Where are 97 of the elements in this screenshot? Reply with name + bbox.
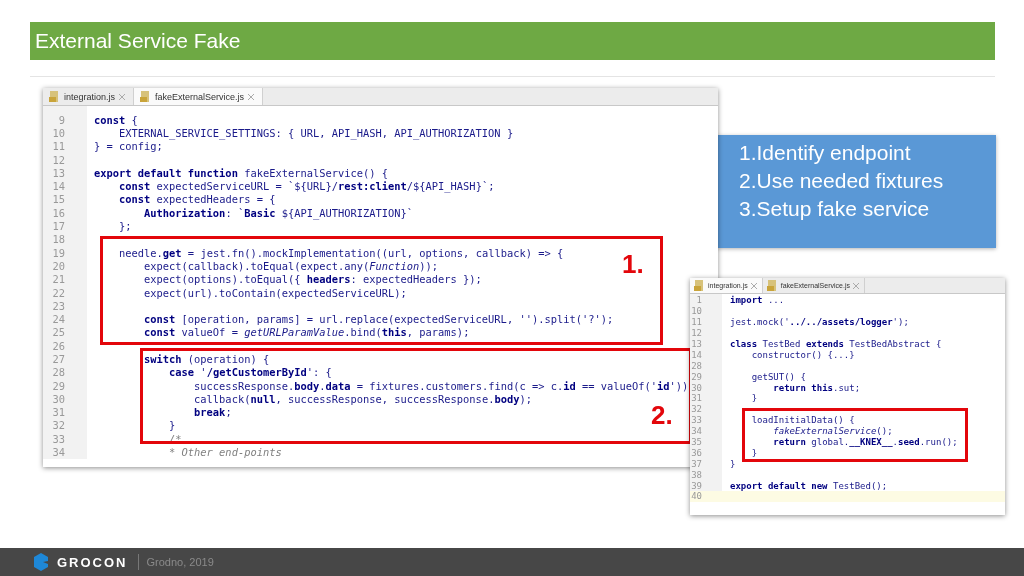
line-number: 26 (51, 339, 65, 352)
line-number: 37 (690, 458, 702, 469)
code-line: expect(callback).toEqual(expect.any(Function)); (143, 259, 439, 272)
line-number: 23 (51, 299, 65, 312)
line-number: 33 (690, 415, 702, 426)
code-line: jest.mock('../../assets/logger'); (730, 317, 909, 328)
line-number: 21 (51, 273, 65, 286)
line-number: 36 (690, 447, 702, 458)
code-line: callback(null, successResponse, successResponse.body); (193, 392, 532, 405)
line-number: 24 (51, 313, 65, 326)
line-number: 29 (51, 379, 65, 392)
editor-tab[interactable]: fakeExternalService.js (134, 88, 264, 105)
callout-number: 1. (622, 249, 644, 280)
close-icon[interactable] (750, 282, 757, 289)
file-icon (766, 280, 778, 291)
code-line: EXTERNAL_SERVICE_SETTINGS: { URL, API_HASH, API_AUTHORIZATION } (118, 126, 514, 139)
line-number: 35 (690, 437, 702, 447)
line-number: 15 (51, 193, 65, 206)
code-line: loadInitialData() { (750, 415, 855, 426)
callout-number: 2. (651, 400, 673, 431)
code-line: expect(url).toContain(expectedServiceURL); (143, 286, 407, 299)
line-number: 38 (690, 469, 702, 480)
code-line: return this.sut; (772, 382, 861, 393)
file-icon (694, 280, 705, 291)
close-icon[interactable] (119, 93, 126, 100)
line-number: 34 (690, 426, 702, 437)
line-number: 10 (690, 306, 702, 317)
footer-text: Grodno, 2019 (146, 556, 214, 568)
line-number: 13 (51, 166, 65, 179)
line-number: 30 (690, 382, 702, 393)
line-number: 9 (57, 113, 65, 126)
code-line: const { (94, 113, 138, 126)
line-number: 30 (51, 392, 65, 405)
code-line: export default new TestBed(); (730, 480, 888, 491)
line-number: 22 (51, 286, 65, 299)
file-icon (49, 91, 60, 102)
line-number: 12 (51, 153, 65, 166)
line-number: 32 (51, 419, 65, 432)
code-line: break; (193, 406, 232, 419)
line-number: 12 (690, 328, 702, 339)
step-text: 1.Identify endpoint (739, 140, 911, 166)
line-number: 40 (690, 491, 702, 502)
line-number: 28 (51, 366, 65, 379)
line-number: 31 (51, 406, 65, 419)
line-number: 33 (51, 432, 65, 445)
code-line: } = config; (94, 140, 163, 153)
line-number: 14 (690, 349, 702, 360)
code-line: switch (operation) { (143, 353, 270, 365)
code-line: Authorization: `Basic ${API_AUTHORIZATION}` (143, 206, 414, 219)
line-number: 16 (51, 206, 65, 219)
code-line: expect(options).toEqual({ headers: expectedHeaders }); (143, 273, 482, 286)
line-number: 14 (51, 180, 65, 193)
code-line: return global.__KNEX__.seed.run(); (772, 437, 958, 447)
file-icon (140, 91, 152, 102)
code-comment: * Other end-points (168, 446, 282, 459)
code-line: } (750, 393, 758, 404)
line-number: 32 (690, 404, 702, 415)
code-line: import ... (730, 295, 785, 306)
line-number: 11 (51, 140, 65, 153)
line-number: 18 (51, 233, 65, 246)
logo-icon (33, 553, 49, 571)
line-number: 34 (51, 446, 65, 459)
line-number: 20 (51, 259, 65, 272)
code-line: fakeExternalService(); (772, 426, 893, 437)
code-line: const expectedHeaders = { (118, 193, 276, 206)
code-line: const [operation, params] = url.replace(expectedServiceURL, '').split('?'); (143, 313, 614, 326)
code-line: } (168, 419, 176, 432)
line-number: 10 (51, 126, 65, 139)
line-number: 1 (695, 295, 702, 306)
step-text: 3.Setup fake service (739, 196, 930, 222)
line-number: 29 (690, 371, 702, 382)
code-line: successResponse.body.data = fixtures.customers.find(c => c.id == valueOf('id')) (193, 379, 689, 392)
code-line: class TestBed extends TestBedAbstract { (730, 339, 942, 349)
line-number: 17 (51, 220, 65, 232)
close-icon[interactable] (248, 93, 255, 100)
line-number: 13 (690, 339, 702, 349)
code-line: const valueOf = getURLParamValue.bind(this, params); (143, 326, 470, 339)
line-number: 31 (690, 393, 702, 404)
code-line: needle.get = jest.fn().mockImplementation((url, options, callback) => { (118, 246, 564, 259)
line-number: 27 (51, 353, 65, 365)
code-line: case '/getCustomerById': { (168, 366, 332, 379)
line-number: 25 (51, 326, 65, 339)
step-text: 2.Use needed fixtures (739, 168, 944, 194)
code-line: }; (118, 220, 132, 232)
brand-name: GROCON (57, 554, 128, 570)
code-line: constructor() {...} (750, 349, 855, 360)
code-line: } (730, 458, 736, 469)
code-line: } (750, 447, 758, 458)
line-number: 11 (690, 317, 702, 328)
code-line: const expectedServiceURL = `${URL}/rest:client/${API_HASH}`; (118, 180, 495, 193)
slide-title: External Service Fake (35, 29, 241, 53)
code-line: export default function fakeExternalService() { (94, 166, 389, 179)
code-line: getSUT() { (750, 371, 806, 382)
close-icon[interactable] (852, 282, 859, 289)
line-number: 19 (51, 246, 65, 259)
line-number: 28 (690, 360, 702, 371)
line-number: 39 (690, 480, 702, 491)
